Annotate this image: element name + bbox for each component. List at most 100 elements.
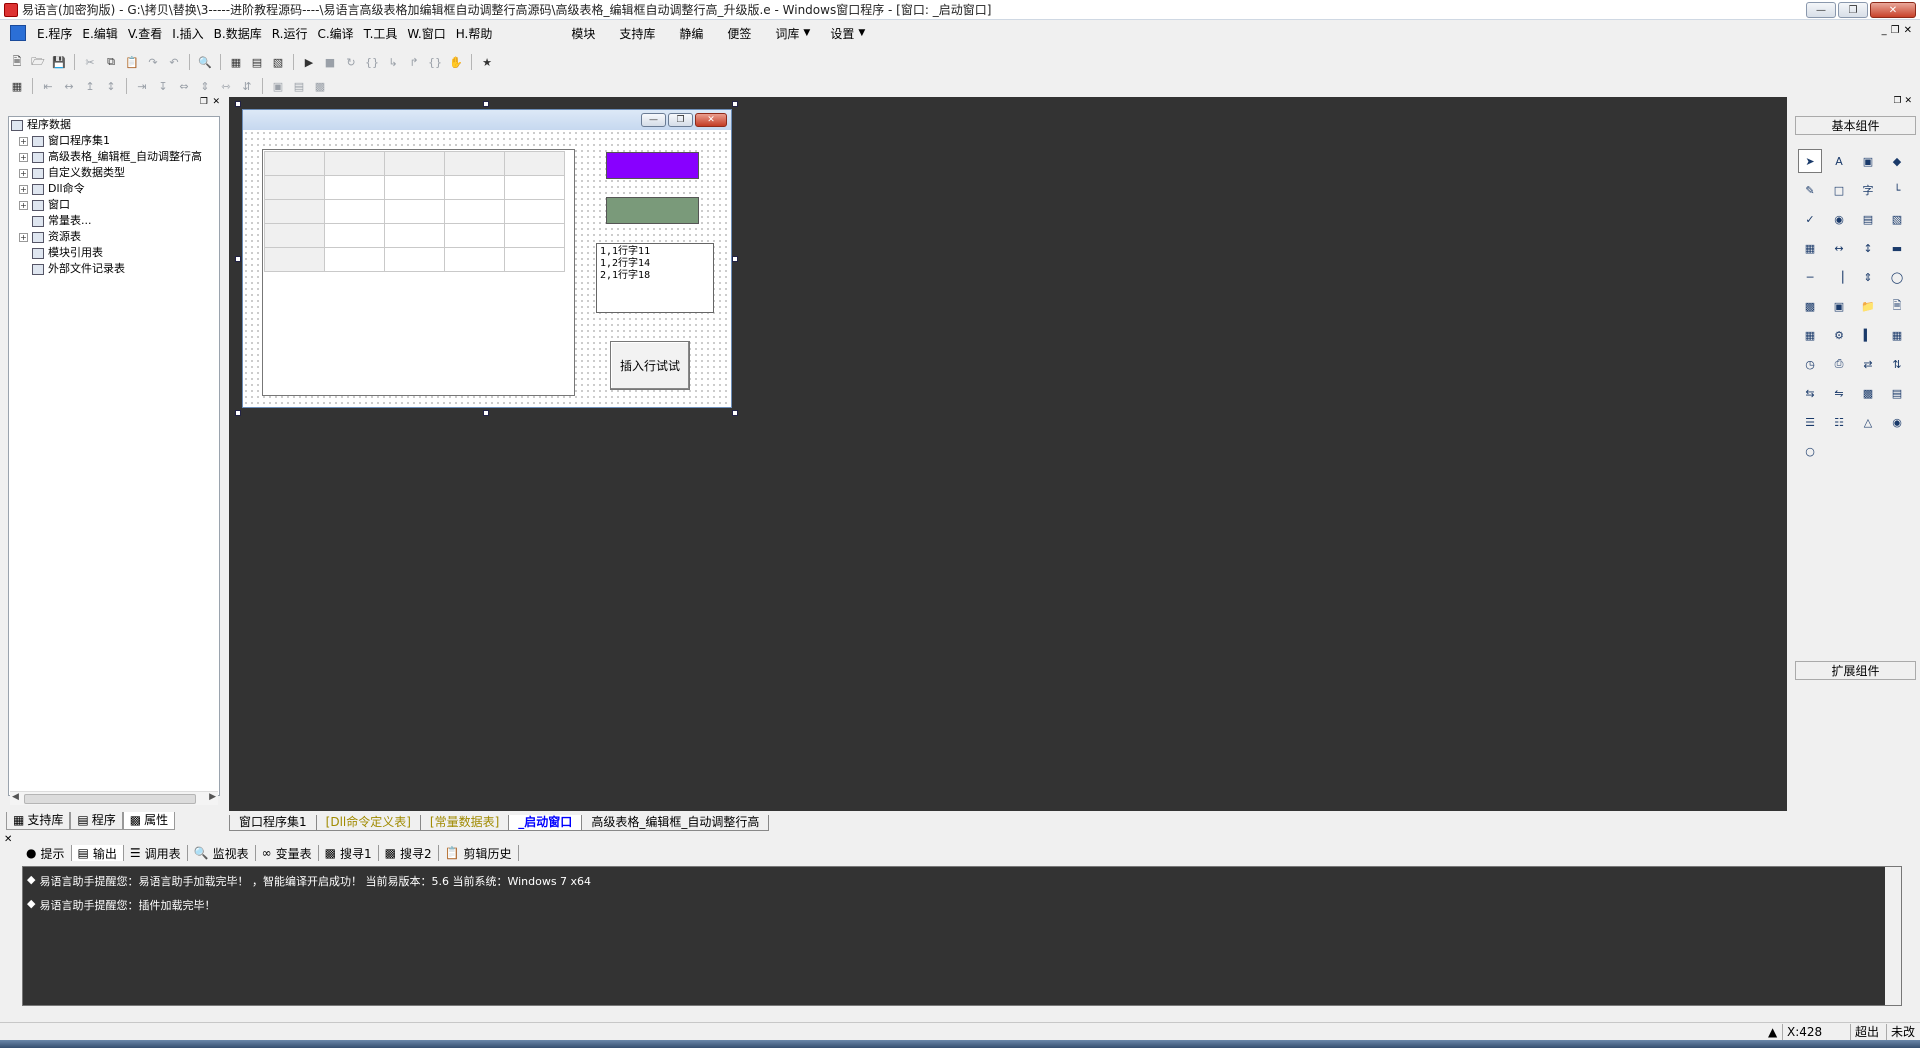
- checkbox-tool-icon[interactable]: ✓: [1798, 207, 1822, 231]
- resize-handle[interactable]: [235, 256, 241, 262]
- tree-node[interactable]: 程序数据: [9, 117, 219, 133]
- timer-tool-icon[interactable]: ◯: [1885, 265, 1909, 289]
- tab-tool-icon[interactable]: ▕: [1827, 265, 1851, 289]
- space-horiz-icon[interactable]: ⇿: [217, 77, 235, 95]
- same-width-icon[interactable]: ⇔: [175, 77, 193, 95]
- shape-tool-icon[interactable]: ◆: [1885, 149, 1909, 173]
- expand-toggle-icon[interactable]: +: [19, 200, 28, 210]
- settings-dropdown-icon[interactable]: ▼: [858, 28, 865, 38]
- tab-autofit-row-height[interactable]: 高级表格_编辑框_自动调整行高: [581, 815, 770, 831]
- odbc2-tool-icon[interactable]: ○: [1798, 439, 1822, 463]
- mdi-restore-icon[interactable]: ❐: [1891, 25, 1900, 36]
- resize-handle[interactable]: [483, 410, 489, 416]
- scroll-right-icon[interactable]: ▶: [209, 792, 216, 802]
- hand-icon[interactable]: ✋: [447, 53, 465, 71]
- menu-tools[interactable]: T.工具: [359, 25, 403, 42]
- step-icon[interactable]: ↻: [342, 53, 360, 71]
- radio-tool-icon[interactable]: ◉: [1827, 207, 1851, 231]
- step-into-icon[interactable]: ↳: [384, 53, 402, 71]
- picture-tool-icon[interactable]: ▣: [1856, 149, 1880, 173]
- tab-dll-commands[interactable]: [Dll命令定义表]: [315, 815, 421, 831]
- minimize-button[interactable]: —: [1806, 2, 1836, 18]
- resize-handle[interactable]: [235, 410, 241, 416]
- menu-notes[interactable]: 便签: [715, 25, 763, 42]
- lexicon-dropdown-icon[interactable]: ▼: [803, 28, 810, 38]
- form-tool-icon[interactable]: ▩: [1856, 381, 1880, 405]
- cut-icon[interactable]: ✂: [81, 53, 99, 71]
- menu-insert[interactable]: I.插入: [167, 25, 208, 42]
- tree-node[interactable]: 模块引用表: [9, 245, 219, 261]
- align-bottom-icon[interactable]: ↧: [154, 77, 172, 95]
- tree-node[interactable]: + 自定义数据类型: [9, 165, 219, 181]
- output-console[interactable]: ◆ 易语言助手提醒您：易语言助手加载完毕！ ，智能编译开启成功！ 当前易版本：5.…: [22, 866, 1902, 1006]
- menu-window[interactable]: W.窗口: [402, 25, 450, 42]
- dbprovider-tool-icon[interactable]: ☷: [1827, 410, 1851, 434]
- scroll-left-icon[interactable]: ◀: [12, 792, 19, 802]
- tab-output[interactable]: ▤ 输出: [71, 845, 124, 861]
- resize-handle[interactable]: [483, 101, 489, 107]
- align-top-icon[interactable]: ↥: [81, 77, 99, 95]
- slider-tool-icon[interactable]: ─: [1798, 265, 1822, 289]
- listbox-tool-icon[interactable]: ▧: [1885, 207, 1909, 231]
- align-center-icon[interactable]: ↔: [60, 77, 78, 95]
- odbc-tool-icon[interactable]: ◉: [1885, 410, 1909, 434]
- printer-tool-icon[interactable]: ⎙: [1827, 352, 1851, 376]
- menu-module[interactable]: 模块: [559, 25, 607, 42]
- green-label[interactable]: [606, 197, 699, 224]
- basic-components-header[interactable]: 基本组件: [1795, 116, 1916, 135]
- menu-database[interactable]: B.数据库: [209, 25, 267, 42]
- net-tool-icon[interactable]: ⇄: [1856, 352, 1880, 376]
- tab-watch[interactable]: 🔍 监视表: [188, 845, 256, 861]
- tree-node[interactable]: 常量表...: [9, 213, 219, 229]
- tab-constants[interactable]: [常量数据表]: [419, 815, 510, 831]
- step-over-icon[interactable]: {}: [363, 53, 381, 71]
- combobox-tool-icon[interactable]: ▤: [1856, 207, 1880, 231]
- client-tool-icon[interactable]: ⇆: [1798, 381, 1822, 405]
- edit-tool-icon[interactable]: ✎: [1798, 178, 1822, 202]
- tab-support-library[interactable]: ▦ 支持库: [6, 812, 71, 830]
- align-right-icon[interactable]: ⇥: [133, 77, 151, 95]
- resize-handle[interactable]: [732, 256, 738, 262]
- tab-hint[interactable]: ● 提示: [20, 845, 72, 861]
- center-horiz-icon[interactable]: ▣: [269, 77, 287, 95]
- undo-icon[interactable]: ↶: [165, 53, 183, 71]
- menu-program[interactable]: E.程序: [32, 25, 77, 42]
- same-height-icon[interactable]: ⇕: [196, 77, 214, 95]
- resize-handle[interactable]: [732, 101, 738, 107]
- layout1-icon[interactable]: ▦: [227, 53, 245, 71]
- extended-components-header[interactable]: 扩展组件: [1795, 661, 1916, 680]
- advanced-table[interactable]: [262, 149, 575, 396]
- menu-run[interactable]: R.运行: [267, 25, 313, 42]
- step-out-icon[interactable]: ↱: [405, 53, 423, 71]
- db-tool-icon[interactable]: ☰: [1798, 410, 1822, 434]
- expand-toggle-icon[interactable]: +: [19, 136, 28, 146]
- close-button[interactable]: ✕: [1870, 2, 1916, 18]
- insert-row-button[interactable]: 插入行试试: [610, 341, 690, 390]
- port-tool-icon[interactable]: ⇋: [1827, 381, 1851, 405]
- menu-compile[interactable]: C.编译: [312, 25, 358, 42]
- run-icon[interactable]: ▶: [300, 53, 318, 71]
- grid-toggle-icon[interactable]: ▦: [8, 77, 26, 95]
- purple-label[interactable]: [606, 152, 699, 179]
- align-middle-icon[interactable]: ↕: [102, 77, 120, 95]
- checklist-tool-icon[interactable]: ▦: [1798, 236, 1822, 260]
- layout3-icon[interactable]: ▧: [269, 53, 287, 71]
- bottom-close-icon[interactable]: ✕: [4, 834, 12, 845]
- file-tool-icon[interactable]: 🗎: [1885, 294, 1909, 318]
- tab-properties[interactable]: ▩ 属性: [122, 812, 176, 830]
- tree-node[interactable]: + Dll命令: [9, 181, 219, 197]
- status-up-icon[interactable]: ▲: [1764, 1024, 1781, 1040]
- hscroll-tool-icon[interactable]: ↔: [1827, 236, 1851, 260]
- tree-node[interactable]: + 高级表格_编辑框_自动调整行高: [9, 149, 219, 165]
- tab-window-assembly[interactable]: 窗口程序集1: [229, 815, 317, 831]
- text-tool-icon[interactable]: 字: [1856, 178, 1880, 202]
- new-file-icon[interactable]: 🗎: [8, 53, 26, 71]
- form-client-area[interactable]: 1,1行字11 1,2行字14 2,1行字18 插入行试试: [243, 130, 731, 407]
- server-tool-icon[interactable]: ⇅: [1885, 352, 1909, 376]
- layout2-icon[interactable]: ▤: [248, 53, 266, 71]
- tab-startup-window[interactable]: _启动窗口: [508, 815, 583, 831]
- space-vert-icon[interactable]: ⇵: [238, 77, 256, 95]
- panel-close-icon[interactable]: ✕: [212, 97, 220, 107]
- tab-call-stack[interactable]: ☰ 调用表: [124, 845, 188, 861]
- menu-view[interactable]: V.查看: [123, 25, 167, 42]
